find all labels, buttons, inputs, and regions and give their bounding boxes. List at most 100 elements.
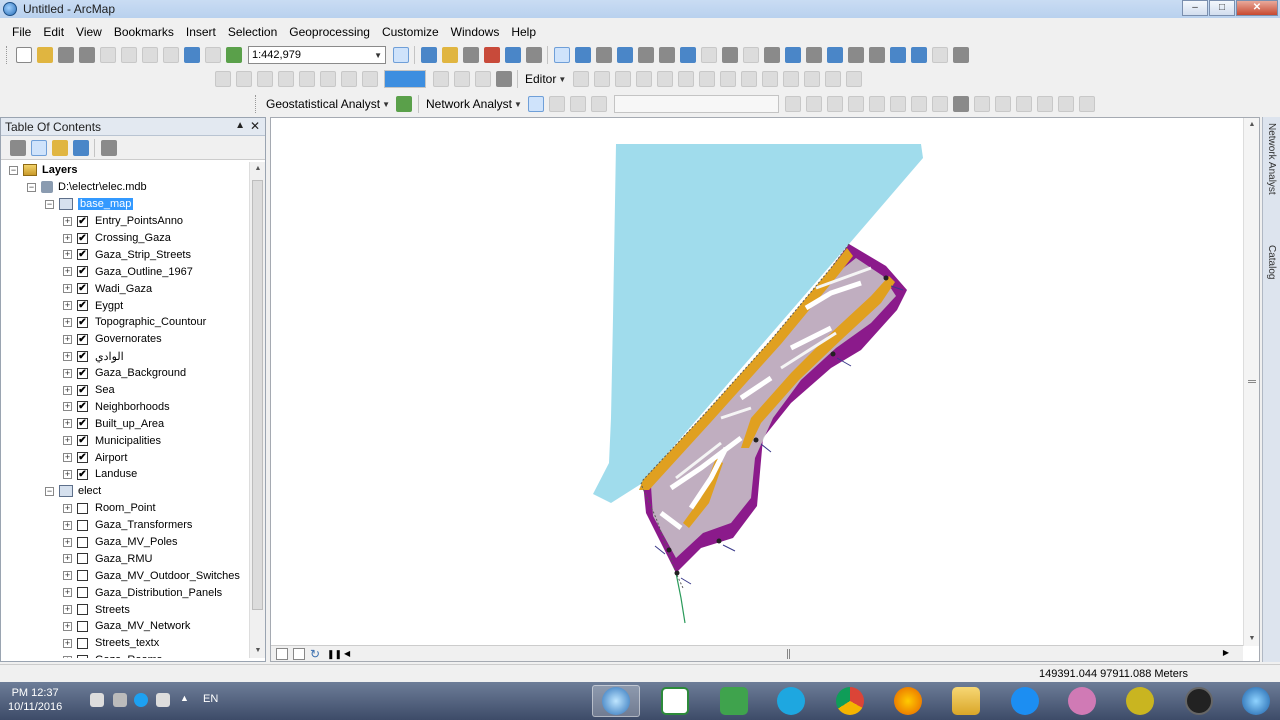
layer-row[interactable]: + Gaza_Transformers [1,517,249,534]
fix-topology-error-icon[interactable] [974,96,991,112]
select-features-icon[interactable] [721,47,738,63]
zoom-whole-page-icon[interactable] [277,71,294,87]
layer-row[interactable]: + Streets_textx [1,635,249,652]
expand-icon[interactable]: + [63,588,72,598]
data-view-icon[interactable] [276,647,288,660]
close-icon[interactable]: ✕ [250,119,260,133]
scroll-down-icon[interactable]: ▼ [1244,632,1260,646]
menu-bookmarks[interactable]: Bookmarks [108,25,180,39]
scroll-down-icon[interactable]: ▼ [250,644,266,658]
redo-icon[interactable] [204,47,221,63]
layer-row[interactable]: + Gaza_MV_Network [1,618,249,635]
layer-row[interactable]: + ✔ Sea [1,382,249,399]
layer-visibility-checkbox[interactable]: ✔ [77,215,88,227]
menu-help[interactable]: Help [505,25,542,39]
straight-segment-icon[interactable] [614,71,631,87]
align-edge-icon[interactable] [890,96,907,112]
expand-icon[interactable]: + [63,334,72,344]
measure-icon[interactable] [847,47,864,63]
clear-selection-icon[interactable] [742,47,759,63]
find-route-icon[interactable] [889,47,906,63]
battery-icon[interactable] [90,693,104,707]
select-move-location-icon[interactable] [570,96,587,112]
list-by-source-icon[interactable] [30,139,47,156]
identify-icon[interactable] [784,47,801,63]
scroll-up-icon[interactable]: ▲ [250,162,266,176]
layer-visibility-checkbox[interactable]: ✔ [77,283,88,295]
model-builder-icon[interactable] [525,47,542,63]
taskbar-camtasia-recorder[interactable] [710,685,758,717]
show-hidden-icons[interactable]: ▲ [180,693,194,707]
expand-icon[interactable]: + [63,317,72,327]
layer-row[interactable]: + ✔ Landuse [1,466,249,483]
layout-zoom-combo[interactable] [384,70,426,88]
full-extent-icon[interactable] [616,47,633,63]
merge-icon[interactable] [1079,96,1096,112]
edit-tool-icon[interactable] [572,71,589,87]
layer-row[interactable]: + ✔ Topographic_Countour [1,314,249,331]
volume-icon[interactable] [156,693,170,707]
layer-visibility-checkbox[interactable]: ✔ [77,249,88,261]
point-icon[interactable] [677,71,694,87]
directions-icon[interactable] [806,96,823,112]
layout-view-icon[interactable] [293,647,305,660]
language-indicator[interactable]: EN [203,693,218,705]
map-view[interactable]: ▲ ▼ ↻ ❚❚ ◀ ▶ [270,117,1260,662]
reshape-edge-icon[interactable] [911,96,928,112]
layer-row[interactable]: + ✔ الوادي [1,348,249,365]
taskbar-app[interactable] [1058,685,1106,717]
network-icon[interactable] [113,693,127,707]
paste-icon[interactable] [141,47,158,63]
zoom-100-icon[interactable] [298,71,315,87]
pause-drawing-icon[interactable]: ❚❚ [327,648,342,660]
layer-visibility-checkbox[interactable] [77,654,88,658]
layer-visibility-checkbox[interactable] [77,637,88,649]
generalize-icon[interactable] [932,96,949,112]
expand-icon[interactable]: + [63,419,72,429]
layer-visibility-checkbox[interactable]: ✔ [77,232,88,244]
layer-visibility-checkbox[interactable]: ✔ [77,401,88,413]
menu-file[interactable]: File [6,25,37,39]
system-clock[interactable]: PM 12:37 10/11/2016 [8,686,62,714]
maximize-button[interactable]: □ [1209,0,1235,16]
layer-row[interactable]: + ✔ Airport [1,449,249,466]
expand-icon[interactable]: + [63,216,72,226]
layout-zoom-out-icon[interactable] [235,71,252,87]
toc-scrollbar[interactable]: ▲ ▼ [249,162,265,658]
layer-visibility-checkbox[interactable]: ✔ [77,350,88,362]
geostatistical-wizard-icon[interactable] [396,96,413,112]
layer-row[interactable]: + ✔ Gaza_Outline_1967 [1,263,249,280]
expand-icon[interactable]: + [63,402,72,412]
go-to-xy-icon[interactable] [910,47,927,63]
expand-icon[interactable]: + [63,554,72,564]
expand-icon[interactable]: + [63,368,72,378]
layer-visibility-checkbox[interactable]: ✔ [77,300,88,312]
layer-visibility-checkbox[interactable] [77,604,88,616]
undo-icon[interactable] [183,47,200,63]
previous-extent-layout-icon[interactable] [361,71,378,87]
html-popup-icon[interactable] [805,47,822,63]
group-layer-base-map[interactable]: − base_map [1,196,249,213]
topology-options-icon[interactable] [1016,96,1033,112]
layer-row[interactable]: + ✔ Built_up_Area [1,415,249,432]
group-layer-elect[interactable]: − elect [1,483,249,500]
network-dataset-combo[interactable] [613,95,779,113]
scroll-up-icon[interactable]: ▲ [1244,118,1260,132]
add-data-icon[interactable] [225,47,242,63]
list-by-visibility-icon[interactable] [51,139,68,156]
collapse-icon[interactable]: − [45,486,54,496]
layer-row[interactable]: + Gaza_RMU [1,550,249,567]
layer-visibility-checkbox[interactable]: ✔ [77,418,88,430]
taskbar-messenger[interactable] [1001,685,1049,717]
validate-topology-icon[interactable] [953,96,970,112]
network-analyst-menu[interactable]: Network Analyst ▼ [422,97,526,111]
menu-view[interactable]: View [70,25,108,39]
expand-icon[interactable]: + [63,503,72,513]
taskbar-app-3[interactable] [1175,685,1223,717]
print-icon[interactable] [78,47,95,63]
expand-icon[interactable]: + [63,469,72,479]
taskbar-app-2[interactable] [1116,685,1164,717]
create-viewer-icon[interactable] [952,47,969,63]
geostatistical-analyst-menu[interactable]: Geostatistical Analyst ▼ [262,97,394,111]
editor-toolbar-icon[interactable] [392,47,409,63]
